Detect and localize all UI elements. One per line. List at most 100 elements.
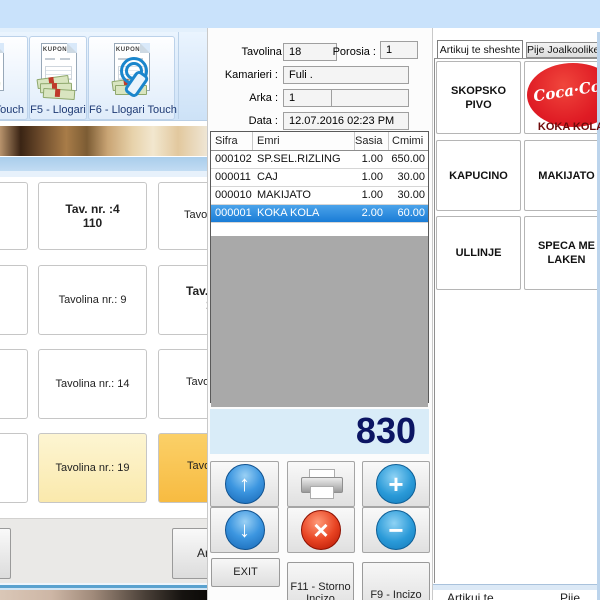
window-title-band xyxy=(0,0,600,28)
pos-window: Touch KUPON F5 - Llogari xyxy=(0,0,600,600)
bottom-tab-pije[interactable]: Pije xyxy=(560,591,580,600)
column-header-emri[interactable]: Emri xyxy=(253,132,355,150)
coca-cola-logo-icon: Coca·Cola xyxy=(527,63,600,127)
cell-sasia: 2.00 xyxy=(355,205,389,222)
red-x-icon: × xyxy=(301,510,341,550)
data-field[interactable]: 12.07.2016 02:23 PM xyxy=(283,112,409,130)
table-empty-area xyxy=(211,236,428,407)
kupon-money-icon: KUPON xyxy=(36,41,80,101)
product-label: SPECA ME LAKEN xyxy=(536,239,598,267)
order-panel: Tavolina : 18 Porosia : 1 Kamarieri : Fu… xyxy=(207,28,433,600)
articles-bottom-divider xyxy=(433,584,600,590)
tab-pije-joalkoolike[interactable]: Pije Joalkoolike xyxy=(526,42,600,58)
table-header-row: Sifra Emri Sasia Cmimi xyxy=(211,132,428,151)
cell-sifra: 000011 xyxy=(211,169,253,186)
table-button-label: Tavolina nr.: 19 xyxy=(56,461,130,475)
table-button[interactable] xyxy=(0,349,28,419)
tab-artikuj-te-sheshte[interactable]: Artikuj te sheshte xyxy=(437,40,523,58)
cell-emri: CAJ xyxy=(253,169,355,186)
product-button-makijato[interactable]: MAKIJATO xyxy=(524,140,600,211)
ribbon-button-label: F6 - Llogari Touch xyxy=(89,104,174,116)
footer-button-partial[interactable] xyxy=(0,528,11,579)
product-label: SKOPSKO PIVO xyxy=(439,84,518,112)
table-button-label: Tav. xyxy=(186,284,208,298)
f9-label: F9 - Incizo xyxy=(363,563,429,600)
ribbon-button-f5-llogari[interactable]: KUPON F5 - Llogari xyxy=(29,36,87,120)
product-button-kapucino[interactable]: KAPUCINO xyxy=(436,140,521,211)
product-button-speca-me-laken[interactable]: SPECA ME LAKEN xyxy=(524,216,600,290)
table-button[interactable] xyxy=(0,265,28,335)
f11-storno-button[interactable]: F11 - Storno Incizo xyxy=(287,562,354,600)
cell-sasia: 1.00 xyxy=(355,169,389,186)
porosia-label: Porosia : xyxy=(328,43,376,61)
header-banner-image xyxy=(0,126,207,156)
f11-label-2: Incizo xyxy=(306,593,335,600)
cell-emri: MAKIJATO xyxy=(253,187,355,204)
tab-content-border-top xyxy=(434,58,600,59)
arrow-down-icon: ↓ xyxy=(225,510,265,550)
arrow-up-icon: ↑ xyxy=(225,464,265,504)
articles-panel: Artikuj te sheshte Pije Joalkoolike SKOP… xyxy=(433,28,600,600)
kamarieri-field[interactable]: Fuli . xyxy=(283,66,409,84)
order-items-table: Sifra Emri Sasia Cmimi 000102 SP.SEL.RIZ… xyxy=(210,131,429,403)
table-button-tav-19[interactable]: Tavolina nr.: 19 xyxy=(38,433,147,503)
product-button-ullinje[interactable]: ULLINJE xyxy=(436,216,521,290)
cell-sifra: 000102 xyxy=(211,151,253,168)
ribbon-button-label: F5 - Llogari xyxy=(30,104,86,116)
table-row[interactable]: 000102 SP.SEL.RIZLING 1.00 650.00 xyxy=(211,151,428,169)
table-button-label: Tavolina nr.: 9 xyxy=(59,293,127,307)
arka-field-2[interactable] xyxy=(331,89,409,107)
table-button-tav-9[interactable]: Tavolina nr.: 9 xyxy=(38,265,147,335)
kamarieri-label: Kamarieri : xyxy=(208,66,278,84)
arka-field[interactable]: 1 xyxy=(283,89,337,107)
cell-cmimi: 60.00 xyxy=(389,205,428,222)
exit-button[interactable]: EXIT xyxy=(211,558,280,587)
table-row[interactable]: 000010 MAKIJATO 1.00 30.00 xyxy=(211,187,428,205)
f11-label: F11 - Storno xyxy=(290,581,350,593)
delete-item-button[interactable]: × xyxy=(287,507,355,553)
cell-sifra: 000010 xyxy=(211,187,253,204)
table-row[interactable]: 000011 CAJ 1.00 30.00 xyxy=(211,169,428,187)
banner-blue-strip xyxy=(0,157,207,171)
move-down-button[interactable]: ↓ xyxy=(210,507,279,553)
table-button-sublabel: 110 xyxy=(83,216,102,230)
cell-emri: SP.SEL.RIZLING xyxy=(253,151,355,168)
porosia-field[interactable]: 1 xyxy=(380,41,418,59)
ribbon-button-llogari-touch-partial[interactable]: Touch xyxy=(0,36,28,120)
product-label: KOKA KOLA xyxy=(525,120,600,134)
table-row-selected[interactable]: 000001 KOKA KOLA 2.00 60.00 xyxy=(211,205,428,223)
decrease-quantity-button[interactable]: − xyxy=(362,507,430,553)
column-header-sasia[interactable]: Sasia xyxy=(355,132,389,150)
cell-cmimi: 650.00 xyxy=(389,151,428,168)
tables-footer-bar: Ar xyxy=(0,518,207,584)
f9-incizo-button[interactable]: F9 - Incizo xyxy=(362,562,430,600)
tables-grid: Tav. nr. :4 110 Tavolina nr.: 9 Tavolina… xyxy=(0,177,207,518)
arka-label: Arka : xyxy=(218,89,278,107)
product-label: MAKIJATO xyxy=(538,169,594,183)
ribbon-button-label: Touch xyxy=(0,104,27,116)
print-button[interactable] xyxy=(287,461,355,507)
product-label: KAPUCINO xyxy=(449,169,508,183)
table-button[interactable] xyxy=(0,433,28,503)
data-label: Data : xyxy=(218,112,278,130)
column-header-sifra[interactable]: Sifra xyxy=(211,132,253,150)
product-button-koka-kola[interactable]: Coca·Cola KOKA KOLA xyxy=(524,61,600,134)
increase-quantity-button[interactable]: + xyxy=(362,461,430,507)
tab-content-border-left xyxy=(434,58,435,583)
ribbon-button-f6-llogari-touch[interactable]: KUPON F6 - Llogari Touch xyxy=(88,36,175,120)
kupon-money-icon xyxy=(0,41,7,97)
table-empty-row xyxy=(211,223,428,236)
product-button-skopsko-pivo[interactable]: SKOPSKO PIVO xyxy=(436,61,521,134)
desktop-background-strip xyxy=(0,590,207,600)
table-button-tav-4[interactable]: Tav. nr. :4 110 xyxy=(38,182,147,250)
bottom-tab-artikuj[interactable]: Artikuj te xyxy=(447,591,494,600)
kupon-money-touch-icon: KUPON xyxy=(109,41,153,101)
plus-icon: + xyxy=(376,464,416,504)
table-button[interactable] xyxy=(0,182,28,250)
table-button-tav-14[interactable]: Tavolina nr.: 14 xyxy=(38,349,147,419)
cell-emri: KOKA KOLA xyxy=(253,205,355,222)
column-header-cmimi[interactable]: Cmimi xyxy=(389,132,428,150)
order-total: 830 xyxy=(210,409,429,454)
move-up-button[interactable]: ↑ xyxy=(210,461,279,507)
cell-sasia: 1.00 xyxy=(355,187,389,204)
